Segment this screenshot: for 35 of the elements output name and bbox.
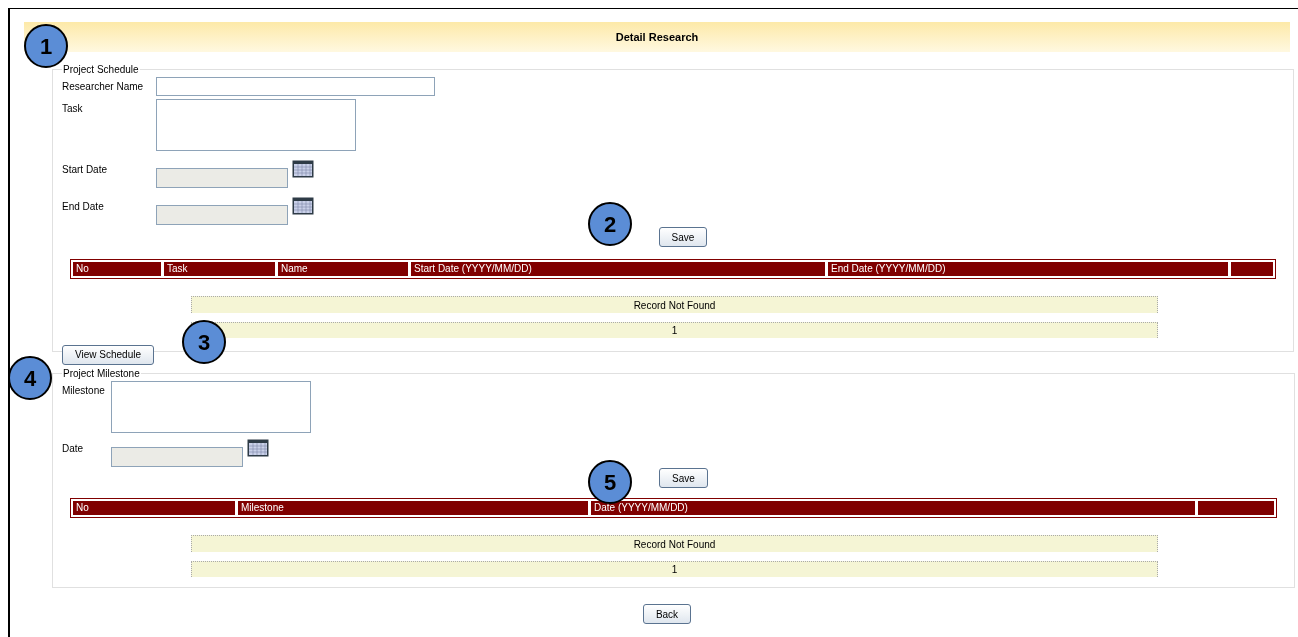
empty-message: Record Not Found: [191, 296, 1158, 313]
date-field[interactable]: [156, 168, 288, 188]
calendar-icon[interactable]: [292, 160, 314, 178]
calendar-icon[interactable]: [292, 197, 314, 215]
callout-badge: 4: [8, 356, 52, 400]
column-header: Milestone: [238, 501, 588, 515]
column-header: [1231, 262, 1273, 276]
date-field[interactable]: [156, 205, 288, 225]
field-label: Researcher Name: [62, 80, 145, 94]
save-button[interactable]: Save: [658, 227, 708, 247]
calendar-icon[interactable]: [247, 439, 269, 457]
column-header: No: [73, 262, 161, 276]
view-schedule-button[interactable]: View Schedule: [62, 344, 154, 365]
back-button[interactable]: Back: [642, 604, 692, 624]
column-header: No: [73, 501, 235, 515]
empty-message: Record Not Found: [191, 535, 1158, 552]
section-title: Project Milestone: [62, 367, 141, 381]
field-label: Milestone: [62, 384, 106, 398]
column-header: Date (YYYY/MM/DD): [591, 501, 1195, 515]
field-label: Task: [62, 102, 84, 116]
column-header: Name: [278, 262, 408, 276]
text-field[interactable]: [156, 77, 435, 96]
save-button[interactable]: Save: [659, 468, 708, 488]
field-label: Start Date: [62, 163, 109, 177]
callout-badge: 2: [588, 202, 632, 246]
date-field[interactable]: [111, 447, 243, 467]
page-number: 1: [191, 561, 1158, 577]
field-label: Date: [62, 442, 85, 456]
text-area[interactable]: [111, 381, 311, 433]
column-header: End Date (YYYY/MM/DD): [828, 262, 1228, 276]
column-header: Task: [164, 262, 275, 276]
callout-badge: 5: [588, 460, 632, 504]
text-area[interactable]: [156, 99, 356, 151]
field-label: End Date: [62, 200, 105, 214]
column-header: Start Date (YYYY/MM/DD): [411, 262, 825, 276]
